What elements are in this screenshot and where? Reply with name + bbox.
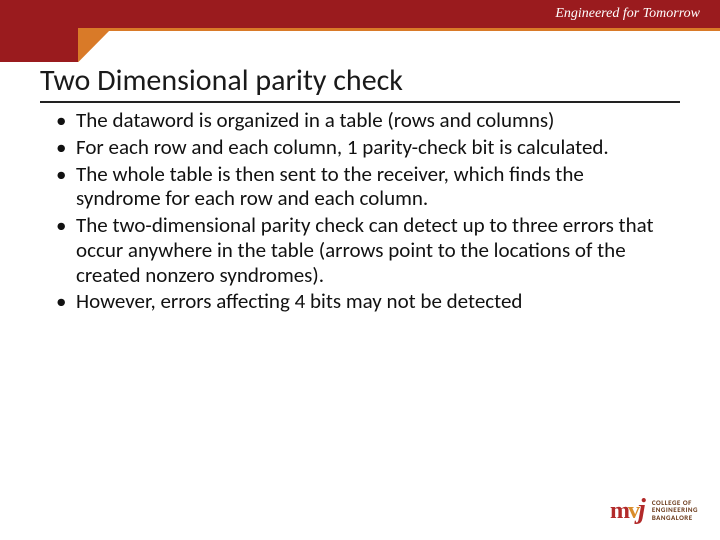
accent-shape bbox=[0, 28, 112, 62]
bullet-list: The dataword is organized in a table (ro… bbox=[54, 108, 672, 314]
logo-line3: BANGALORE bbox=[652, 514, 698, 521]
bullet-item: The whole table is then sent to the rece… bbox=[54, 162, 672, 212]
header-tagline: Engineered for Tomorrow bbox=[555, 6, 700, 22]
bullet-item: The dataword is organized in a table (ro… bbox=[54, 108, 672, 133]
slide-content: The dataword is organized in a table (ro… bbox=[54, 108, 672, 316]
accent-bar bbox=[0, 28, 720, 62]
slide-title: Two Dimensional parity check bbox=[40, 62, 680, 103]
logo-text: COLLEGE OF ENGINEERING BANGALORE bbox=[652, 499, 698, 521]
slide: Engineered for Tomorrow Two Dimensional … bbox=[0, 0, 720, 540]
bullet-item: The two-dimensional parity check can det… bbox=[54, 213, 672, 287]
bullet-item: However, errors affecting 4 bits may not… bbox=[54, 289, 672, 314]
header-bar: Engineered for Tomorrow bbox=[0, 0, 720, 28]
logo-letter-j: j bbox=[638, 494, 646, 526]
logo-letter-m: m bbox=[610, 498, 630, 525]
footer-logo: m v j COLLEGE OF ENGINEERING BANGALORE bbox=[610, 494, 698, 526]
bullet-item: For each row and each column, 1 parity-c… bbox=[54, 135, 672, 160]
accent-red bbox=[0, 28, 78, 62]
logo-mark: m v j bbox=[610, 494, 646, 526]
